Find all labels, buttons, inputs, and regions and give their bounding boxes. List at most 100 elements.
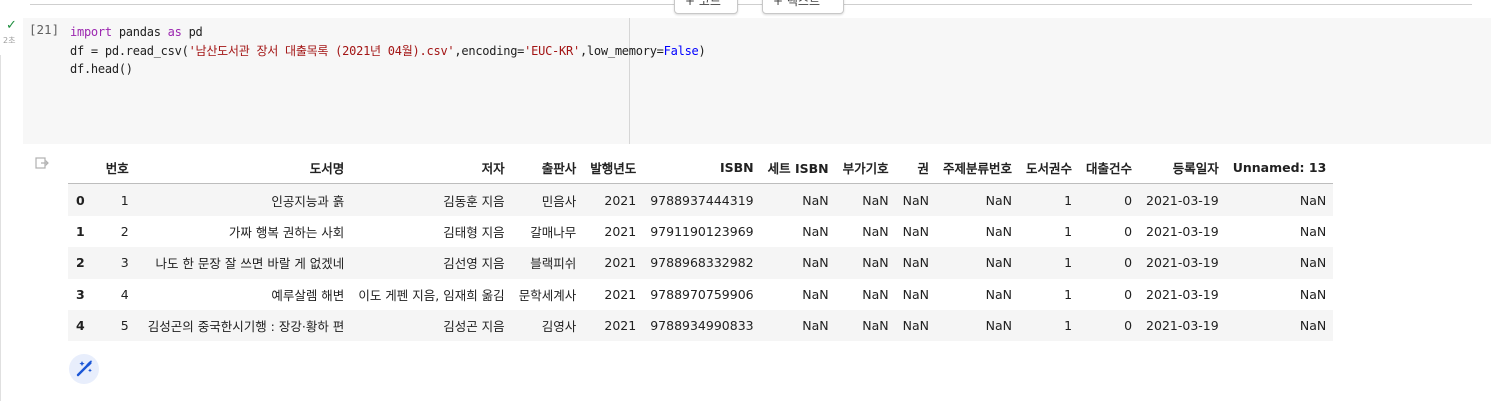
table-cell: 민음사 [541, 193, 577, 209]
code-string: 'EUC-KR' [524, 43, 580, 58]
table-cell: NaN [802, 318, 829, 334]
output-redirect-icon[interactable] [35, 155, 49, 169]
table-cell: NaN [862, 223, 889, 239]
table-cell: 인공지능과 흙 [271, 193, 345, 209]
table-cell: NaN [902, 192, 929, 208]
dataframe-table: 번호 도서명 저자 출판사 발행년도 ISBN 세트 ISBN 부가기호 권 주… [68, 152, 1334, 342]
column-header: 발행년도 [583, 152, 644, 185]
table-cell: NaN [1299, 318, 1327, 334]
code-string: '남산도서관 장서 대출목록 (2021년 04월).csv' [188, 43, 455, 58]
column-header [68, 152, 99, 185]
table-cell: NaN [802, 192, 829, 208]
column-header: Unnamed: 13 [1225, 152, 1334, 185]
table-cell: NaN [1299, 223, 1327, 239]
add-text-button[interactable]: + 텍스트 [762, 0, 844, 14]
code-text-segment: pd [181, 25, 203, 39]
table-cell: 2021 [604, 192, 637, 208]
check-icon: ✓ [6, 18, 17, 33]
notebook-area: + 코드 + 텍스트 ✓ 2초 [21] import pandas as pd… [0, 0, 1493, 401]
table-cell: 2021-03-19 [1146, 192, 1219, 208]
table-cell: 이도 게펜 지음, 임재희 옮김 [358, 287, 505, 303]
table-cell: 9788968332982 [650, 255, 754, 271]
table-cell: 2021-03-19 [1146, 223, 1219, 239]
table-cell: NaN [1299, 286, 1327, 302]
table-header-row: 번호 도서명 저자 출판사 발행년도 ISBN 세트 ISBN 부가기호 권 주… [68, 152, 1334, 185]
column-header: ISBN [643, 152, 761, 185]
table-row: 2 3 나도 한 문장 잘 쓰면 바랄 게 없겠네 김선영 지음 블랙피쉬 20… [68, 247, 1334, 279]
table-cell: 1 [1064, 223, 1073, 239]
code-text-segment: ,low_memory= [579, 43, 664, 58]
table-cell: 2021-03-19 [1146, 255, 1219, 271]
table-cell: 예루살렘 해변 [271, 287, 345, 303]
table-cell: 0 [1124, 192, 1133, 208]
table-cell: 1 [1064, 192, 1073, 208]
table-cell: NaN [862, 318, 889, 334]
table-cell: 4 [120, 286, 129, 302]
table-cell: NaN [985, 318, 1013, 334]
table-cell: NaN [902, 318, 929, 334]
execution-count[interactable]: [21] [29, 22, 59, 37]
table-cell: 1 [1064, 318, 1073, 334]
magic-wand-icon[interactable] [69, 354, 99, 384]
code-text-segment: ) [698, 43, 706, 58]
column-header: 번호 [98, 152, 136, 185]
table-cell: NaN [802, 223, 829, 239]
table-cell: NaN [802, 286, 829, 302]
cell-gutter-line [0, 55, 1, 401]
table-cell: 5 [120, 318, 129, 334]
table-row: 3 4 예루살렘 해변 이도 게펜 지음, 임재희 옮김 문학세계사 2021 … [68, 279, 1333, 310]
table-cell: NaN [1299, 255, 1327, 271]
column-header: 출판사 [511, 152, 584, 185]
table-cell: 가짜 행복 권하는 사회 [228, 224, 345, 240]
code-text[interactable]: import pandas as pd df = pd.read_csv('남산… [70, 23, 706, 79]
table-row: 4 5 김성곤의 중국한시기행 : 장강·황하 편 김성곤 지음 김영사 202… [68, 309, 1334, 342]
table-cell: 2 [120, 223, 129, 239]
table-cell: 갈매나무 [530, 224, 577, 240]
column-header: 도서권수 [1019, 152, 1080, 185]
column-header: 권 [895, 152, 936, 185]
column-header: 도서명 [135, 152, 352, 185]
table-cell: 김동훈 지음 [443, 193, 505, 209]
table-cell: 2021-03-19 [1146, 286, 1219, 302]
table-cell: 9791190123969 [650, 223, 754, 239]
table-cell: 0 [1124, 286, 1133, 302]
code-keyword: import [70, 25, 112, 39]
column-header: 등록일자 [1139, 152, 1226, 185]
row-index: 4 [76, 318, 85, 334]
table-cell: 1 [1064, 255, 1073, 271]
code-boolean: False [663, 43, 699, 58]
table-cell: 1 [1064, 286, 1073, 302]
table-cell: NaN [985, 223, 1013, 239]
add-code-button[interactable]: + 코드 [674, 0, 738, 14]
table-cell: NaN [985, 192, 1013, 208]
table-cell: 0 [1124, 318, 1133, 334]
table-cell: NaN [862, 192, 889, 208]
table-cell: NaN [902, 223, 929, 239]
row-index: 3 [76, 286, 85, 302]
table-cell: NaN [862, 255, 889, 271]
table-cell: NaN [985, 255, 1013, 271]
table-cell: 0 [1124, 223, 1133, 239]
table-cell: 김영사 [541, 319, 577, 335]
code-text-segment: df.head() [70, 62, 133, 76]
table-cell: 2021 [604, 286, 637, 302]
table-cell: NaN [862, 286, 889, 302]
code-text-segment: ,encoding= [454, 43, 525, 58]
table-cell: 김태형 지음 [443, 224, 505, 240]
code-keyword: as [167, 25, 182, 39]
table-cell: 나도 한 문장 잘 쓰면 바랄 게 없겠네 [155, 256, 345, 272]
table-cell: NaN [802, 255, 829, 271]
table-cell: 9788934990833 [650, 318, 754, 334]
table-cell: 2021-03-19 [1146, 318, 1219, 334]
execution-time: 2초 [3, 36, 16, 45]
table-cell: 김성곤의 중국한시기행 : 장강·황하 편 [147, 319, 345, 335]
table-cell: 2021 [604, 318, 637, 334]
row-index: 2 [76, 255, 85, 271]
column-header: 주제분류번호 [936, 152, 1020, 185]
table-cell: 9788970759906 [650, 286, 754, 302]
table-row: 0 1 인공지능과 흙 김동훈 지음 민음사 2021 978893744431… [68, 183, 1334, 216]
cell-divider [30, 4, 1472, 5]
table-cell: 김선영 지음 [443, 256, 505, 272]
table-cell: NaN [985, 286, 1013, 302]
table-cell: 블랙피쉬 [530, 256, 577, 272]
